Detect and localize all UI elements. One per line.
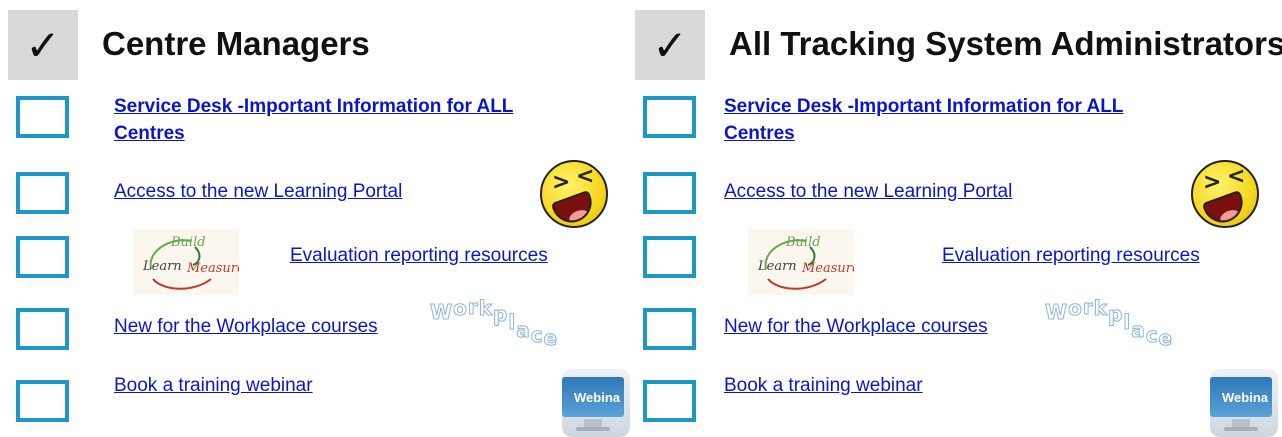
build-learn-measure-image: Build Learn Measure bbox=[748, 229, 854, 295]
checkbox[interactable] bbox=[16, 308, 69, 350]
service-desk-link[interactable]: Service Desk -Important Information for … bbox=[114, 93, 574, 147]
training-webinar-link[interactable]: Book a training webinar bbox=[724, 375, 923, 397]
column-title: Centre Managers bbox=[102, 25, 370, 62]
centre-managers-column: ✓ Centre Managers Service Desk -Importan… bbox=[0, 0, 636, 437]
build-learn-measure-image: Build Learn Measure bbox=[133, 229, 239, 295]
checkbox[interactable] bbox=[643, 380, 696, 422]
workplace-wordart: Workplace bbox=[1044, 295, 1174, 351]
checkbox[interactable] bbox=[16, 236, 69, 278]
service-desk-link[interactable]: Service Desk -Important Information for … bbox=[724, 93, 1184, 147]
learning-portal-link[interactable]: Access to the new Learning Portal bbox=[724, 181, 1012, 203]
checkmark-icon: ✓ bbox=[635, 10, 705, 80]
webinar-monitor-icon: Webina bbox=[562, 369, 630, 437]
cycle-word-learn: Learn bbox=[143, 259, 182, 274]
checkbox[interactable] bbox=[643, 308, 696, 350]
cycle-word-build: Build bbox=[786, 235, 821, 250]
checkbox[interactable] bbox=[643, 172, 696, 214]
cycle-word-build: Build bbox=[171, 235, 206, 250]
learning-portal-link[interactable]: Access to the new Learning Portal bbox=[114, 181, 402, 203]
laughing-emoji-icon: > < bbox=[1191, 160, 1259, 228]
workplace-courses-link[interactable]: New for the Workplace courses bbox=[114, 316, 378, 338]
training-webinar-link[interactable]: Book a training webinar bbox=[114, 375, 313, 397]
workplace-wordart: Workplace bbox=[429, 295, 559, 351]
cycle-word-learn: Learn bbox=[758, 259, 797, 274]
checkbox[interactable] bbox=[643, 96, 696, 138]
cycle-word-measure: Measure bbox=[187, 261, 239, 276]
evaluation-resources-link[interactable]: Evaluation reporting resources bbox=[290, 245, 548, 267]
column-title: All Tracking System Administrators bbox=[729, 25, 1282, 62]
webinar-monitor-icon: Webina bbox=[1210, 369, 1278, 437]
cycle-word-measure: Measure bbox=[802, 261, 854, 276]
webinar-screen-label: Webina bbox=[562, 377, 624, 417]
tracking-admins-column: ✓ All Tracking System Administrators Ser… bbox=[627, 0, 1282, 437]
checkbox[interactable] bbox=[16, 380, 69, 422]
column-header: ✓ All Tracking System Administrators bbox=[627, 0, 1282, 80]
checkbox[interactable] bbox=[643, 236, 696, 278]
checkbox[interactable] bbox=[16, 96, 69, 138]
workplace-courses-link[interactable]: New for the Workplace courses bbox=[724, 316, 988, 338]
checkmark-icon: ✓ bbox=[8, 10, 78, 80]
laughing-emoji-icon: > < bbox=[540, 160, 608, 228]
evaluation-resources-link[interactable]: Evaluation reporting resources bbox=[942, 245, 1200, 267]
webinar-screen-label: Webina bbox=[1210, 377, 1272, 417]
column-header: ✓ Centre Managers bbox=[0, 0, 636, 80]
checkbox[interactable] bbox=[16, 172, 69, 214]
